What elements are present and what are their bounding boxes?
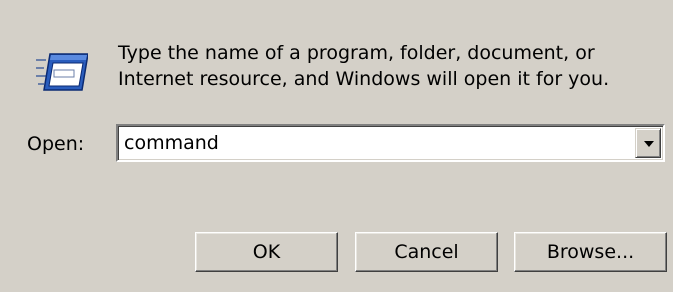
ok-button[interactable]: OK: [195, 232, 338, 272]
open-input[interactable]: [124, 129, 624, 157]
description-line-1: Type the name of a program, folder, docu…: [118, 42, 595, 64]
browse-button[interactable]: Browse...: [514, 232, 667, 272]
description-line-2: Internet resource, and Windows will open…: [118, 68, 610, 90]
open-label: Open:: [27, 133, 85, 155]
cancel-button[interactable]: Cancel: [355, 232, 498, 272]
run-program-icon: [36, 53, 88, 91]
open-combobox[interactable]: [116, 124, 665, 162]
dropdown-button[interactable]: [635, 128, 661, 158]
chevron-down-icon: [644, 141, 654, 147]
run-dialog: Type the name of a program, folder, docu…: [0, 0, 673, 292]
description-text: Type the name of a program, folder, docu…: [118, 40, 658, 92]
